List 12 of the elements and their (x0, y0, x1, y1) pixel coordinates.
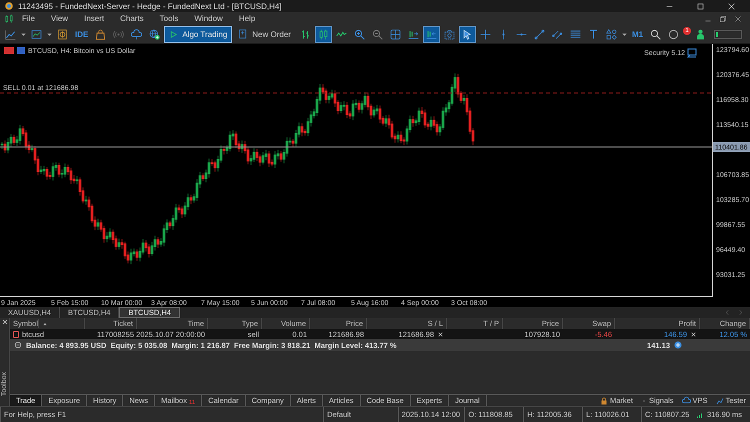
toolbar-button[interactable]: New Order (233, 26, 296, 42)
menu-item[interactable]: Charts (112, 14, 152, 23)
toolbar-label-button[interactable]: IDE (72, 28, 92, 40)
menu-item[interactable]: View (42, 14, 76, 23)
menu-item[interactable]: Insert (76, 14, 112, 23)
toolbar-label-button[interactable]: M1 (628, 28, 646, 40)
menu-item[interactable]: File (14, 14, 43, 23)
toolbar-button[interactable]: Algo Trading (164, 26, 232, 42)
menu-item[interactable]: Tools (152, 14, 186, 23)
window-title: 11243495 - FundedNext-Server - Hedge - FundedNext Ltd - [BTCUSD,H4] (18, 2, 283, 10)
menu-item[interactable]: Window (186, 14, 231, 23)
menu-item[interactable]: Help (230, 14, 264, 23)
